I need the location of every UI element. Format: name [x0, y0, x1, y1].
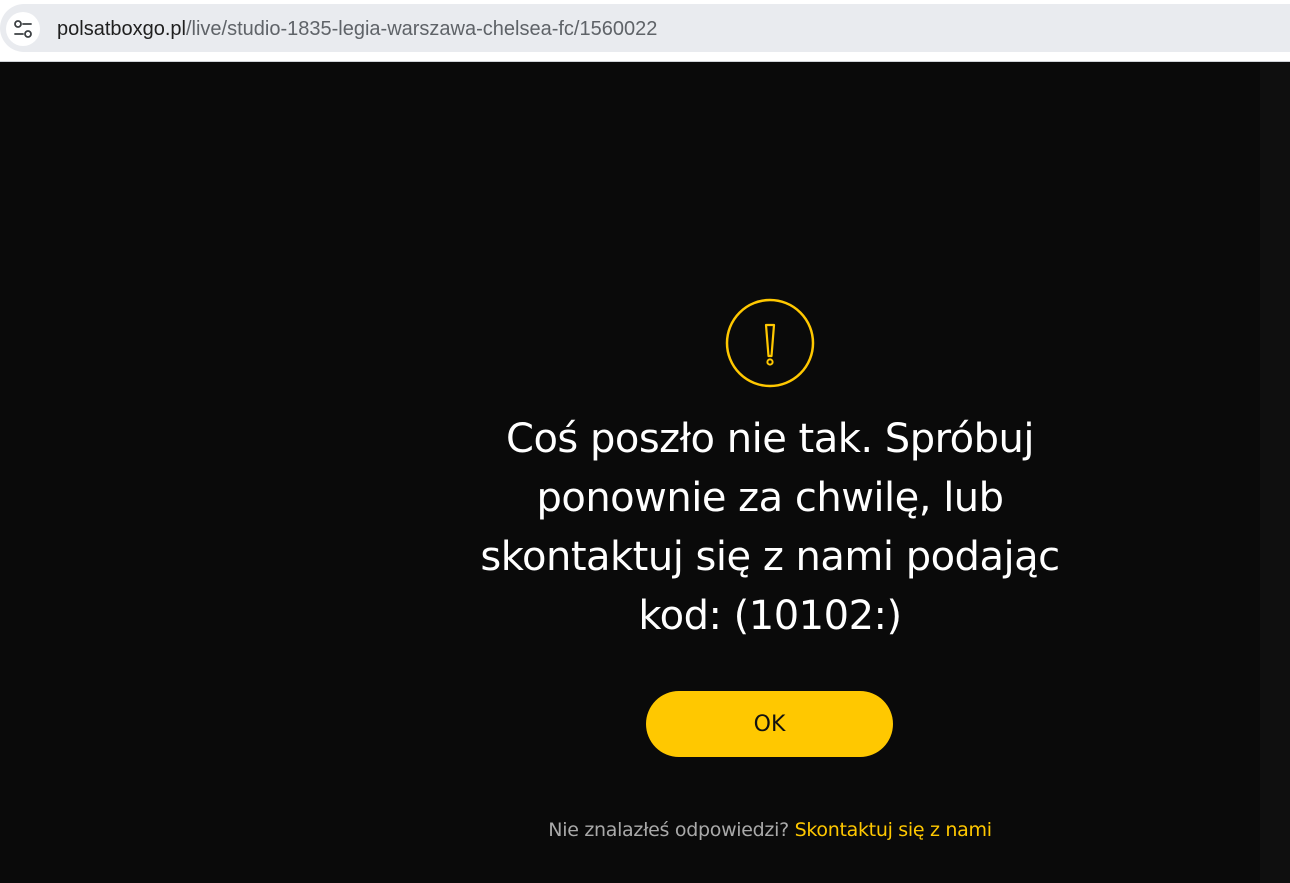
contact-us-link[interactable]: Skontaktuj się z nami — [795, 819, 992, 841]
help-question: Nie znalazłeś odpowiedzi? — [548, 819, 789, 841]
ok-button[interactable]: OK — [646, 691, 893, 757]
tune-icon — [14, 20, 32, 38]
error-dialog: Coś poszło nie tak. Spróbuj ponownie za … — [440, 298, 1100, 858]
url-text[interactable]: polsatboxgo.pl/live/studio-1835-legia-wa… — [57, 17, 657, 41]
help-line: Nie znalazłeś odpowiedzi? Skontaktuj się… — [440, 818, 1100, 842]
warning-circle-icon — [725, 298, 815, 388]
site-info-button[interactable] — [6, 12, 40, 46]
url-host: polsatboxgo.pl — [57, 18, 186, 40]
error-message: Coś poszło nie tak. Spróbuj ponownie za … — [480, 416, 1060, 639]
browser-toolbar: polsatboxgo.pl/live/studio-1835-legia-wa… — [0, 0, 1290, 62]
player-area: Coś poszło nie tak. Spróbuj ponownie za … — [0, 62, 1290, 883]
url-path: /live/studio-1835-legia-warszawa-chelsea… — [185, 18, 658, 40]
page-edge-shade — [1260, 62, 1290, 883]
address-bar[interactable]: polsatboxgo.pl/live/studio-1835-legia-wa… — [0, 4, 1290, 52]
